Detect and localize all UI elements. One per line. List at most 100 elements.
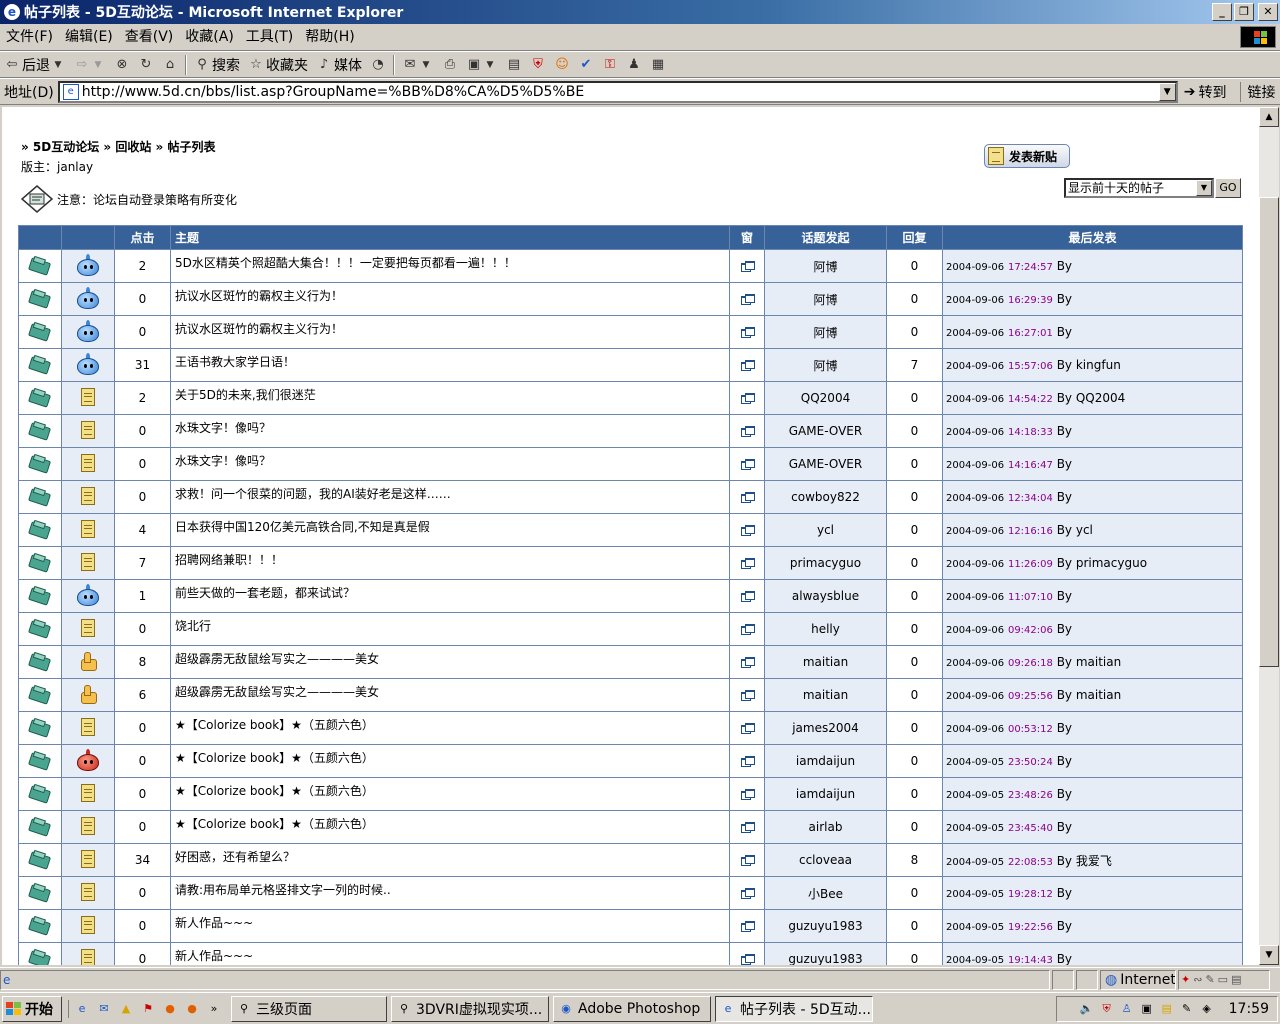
new-post-button[interactable]: 发表新贴 [984, 144, 1070, 168]
addon-status-icon[interactable]: ∾ [1193, 973, 1202, 986]
folder-cell[interactable] [18, 612, 62, 646]
folder-cell[interactable] [18, 480, 62, 514]
ie-quicklaunch-icon[interactable]: e [73, 1000, 91, 1018]
folder-cell[interactable] [18, 348, 62, 382]
home-button[interactable]: ⌂ [158, 53, 182, 77]
addon-status-icon[interactable]: ▤ [1231, 973, 1241, 986]
addon-shield-button[interactable]: ⛨ [526, 53, 550, 77]
last-post-cell[interactable]: 2004-09-05 23:45:40 By [942, 810, 1243, 844]
last-post-cell[interactable]: 2004-09-05 19:14:43 By [942, 942, 1243, 965]
subject-link[interactable]: 新人作品~~~ [170, 942, 730, 965]
subject-link[interactable]: 关于5D的未来,我们很迷茫 [170, 381, 730, 415]
last-post-cell[interactable]: 2004-09-06 12:16:16 By ycl [942, 513, 1243, 547]
open-window-cell[interactable] [729, 942, 765, 965]
addon-smiley-button[interactable]: ☺ [550, 53, 574, 77]
folder-cell[interactable] [18, 909, 62, 943]
open-window-cell[interactable] [729, 909, 765, 943]
last-post-cell[interactable]: 2004-09-06 09:26:18 By maitian [942, 645, 1243, 679]
task-button-4[interactable]: e 帖子列表 - 5D互动... [715, 995, 873, 1022]
folder-cell[interactable] [18, 579, 62, 613]
subject-link[interactable]: 水珠文字！像吗？ [170, 447, 730, 481]
media2-quicklaunch-icon[interactable]: ● [183, 1000, 201, 1018]
addon-status-icon[interactable]: ✦ [1181, 973, 1190, 986]
media-quicklaunch-icon[interactable]: ● [161, 1000, 179, 1018]
folder-cell[interactable] [18, 282, 62, 316]
last-post-cell[interactable]: 2004-09-06 11:26:09 By primacyguo [942, 546, 1243, 580]
menu-edit[interactable]: 编辑(E) [59, 25, 119, 49]
author-link[interactable]: iamdaijun [764, 777, 887, 811]
addon-lock-button[interactable]: ⚿ [598, 53, 622, 77]
author-link[interactable]: 阿博 [764, 249, 887, 283]
open-window-cell[interactable] [729, 447, 765, 481]
last-post-cell[interactable]: 2004-09-06 00:53:12 By [942, 711, 1243, 745]
author-link[interactable]: iamdaijun [764, 744, 887, 778]
stop-button[interactable]: ⊗ [110, 53, 134, 77]
author-link[interactable]: ccloveaa [764, 843, 887, 877]
last-post-cell[interactable]: 2004-09-05 23:48:26 By [942, 777, 1243, 811]
folder-cell[interactable] [18, 315, 62, 349]
author-link[interactable]: maitian [764, 678, 887, 712]
open-window-cell[interactable] [729, 843, 765, 877]
author-link[interactable]: alwaysblue [764, 579, 887, 613]
addon-status-icon[interactable]: ✎ [1205, 973, 1214, 986]
author-link[interactable]: ycl [764, 513, 887, 547]
author-link[interactable]: 阿博 [764, 348, 887, 382]
open-window-cell[interactable] [729, 777, 765, 811]
author-link[interactable]: guzuyu1983 [764, 942, 887, 965]
scroll-down-button[interactable]: ▼ [1259, 945, 1279, 965]
author-link[interactable]: GAME-OVER [764, 414, 887, 448]
outlook-quicklaunch-icon[interactable]: ✉ [95, 1000, 113, 1018]
subject-link[interactable]: 请教:用布局单元格竖排文字一列的时候.. [170, 876, 730, 910]
open-window-cell[interactable] [729, 810, 765, 844]
more-chevron-icon[interactable]: » [205, 1000, 223, 1018]
subject-link[interactable]: 招聘网络兼职！！！ [170, 546, 730, 580]
task-button-1[interactable]: ⚲ 三级页面 [231, 995, 387, 1022]
author-link[interactable]: primacyguo [764, 546, 887, 580]
links-button[interactable]: 链接 [1240, 81, 1275, 102]
folder-cell[interactable] [18, 513, 62, 547]
start-button[interactable]: 开始 [2, 995, 62, 1022]
ie-icon[interactable]: e [4, 4, 20, 20]
author-link[interactable]: maitian [764, 645, 887, 679]
folder-cell[interactable] [18, 447, 62, 481]
subject-link[interactable]: 抗议水区斑竹的霸权主义行为！ [170, 315, 730, 349]
subject-link[interactable]: ★【Colorize book】★（五颜六色） [170, 777, 730, 811]
subject-link[interactable]: 前些天做的一套老题，都来试试？ [170, 579, 730, 613]
last-post-cell[interactable]: 2004-09-06 15:57:06 By kingfun [942, 348, 1243, 382]
subject-link[interactable]: 超级霹雳无敌鼠绘写实之————美女 [170, 645, 730, 679]
open-window-cell[interactable] [729, 546, 765, 580]
open-window-cell[interactable] [729, 282, 765, 316]
subject-link[interactable]: 好困惑，还有希望么？ [170, 843, 730, 877]
open-window-cell[interactable] [729, 513, 765, 547]
days-filter-select[interactable]: 显示前十天的帖子 ▼ [1064, 178, 1214, 198]
open-window-cell[interactable] [729, 249, 765, 283]
chevron-down-icon[interactable]: ▼ [482, 57, 498, 73]
folder-cell[interactable] [18, 678, 62, 712]
folder-cell[interactable] [18, 777, 62, 811]
last-post-cell[interactable]: 2004-09-06 16:29:39 By [942, 282, 1243, 316]
folder-cell[interactable] [18, 249, 62, 283]
menu-favorites[interactable]: 收藏(A) [179, 25, 240, 49]
author-link[interactable]: airlab [764, 810, 887, 844]
subject-link[interactable]: 饶北行 [170, 612, 730, 646]
open-window-cell[interactable] [729, 876, 765, 910]
subject-link[interactable]: 水珠文字！像吗？ [170, 414, 730, 448]
last-post-cell[interactable]: 2004-09-06 14:18:33 By [942, 414, 1243, 448]
last-post-cell[interactable]: 2004-09-06 12:34:04 By [942, 480, 1243, 514]
close-button[interactable]: ✕ [1258, 3, 1278, 21]
address-url[interactable]: http://www.5d.cn/bbs/list.asp?GroupName=… [82, 84, 584, 100]
last-post-cell[interactable]: 2004-09-05 19:22:56 By [942, 909, 1243, 943]
folder-cell[interactable] [18, 546, 62, 580]
last-post-cell[interactable]: 2004-09-05 22:08:53 By 我爱飞 [942, 843, 1243, 877]
author-link[interactable]: 阿博 [764, 282, 887, 316]
vertical-scrollbar[interactable]: ▲ ▼ [1259, 107, 1279, 965]
menu-tools[interactable]: 工具(T) [240, 25, 299, 49]
author-link[interactable]: james2004 [764, 711, 887, 745]
print-button[interactable]: ⎙ [438, 53, 462, 77]
folder-cell[interactable] [18, 381, 62, 415]
open-window-cell[interactable] [729, 579, 765, 613]
open-window-cell[interactable] [729, 744, 765, 778]
subject-link[interactable]: ★【Colorize book】★（五颜六色） [170, 744, 730, 778]
author-link[interactable]: guzuyu1983 [764, 909, 887, 943]
folder-cell[interactable] [18, 414, 62, 448]
